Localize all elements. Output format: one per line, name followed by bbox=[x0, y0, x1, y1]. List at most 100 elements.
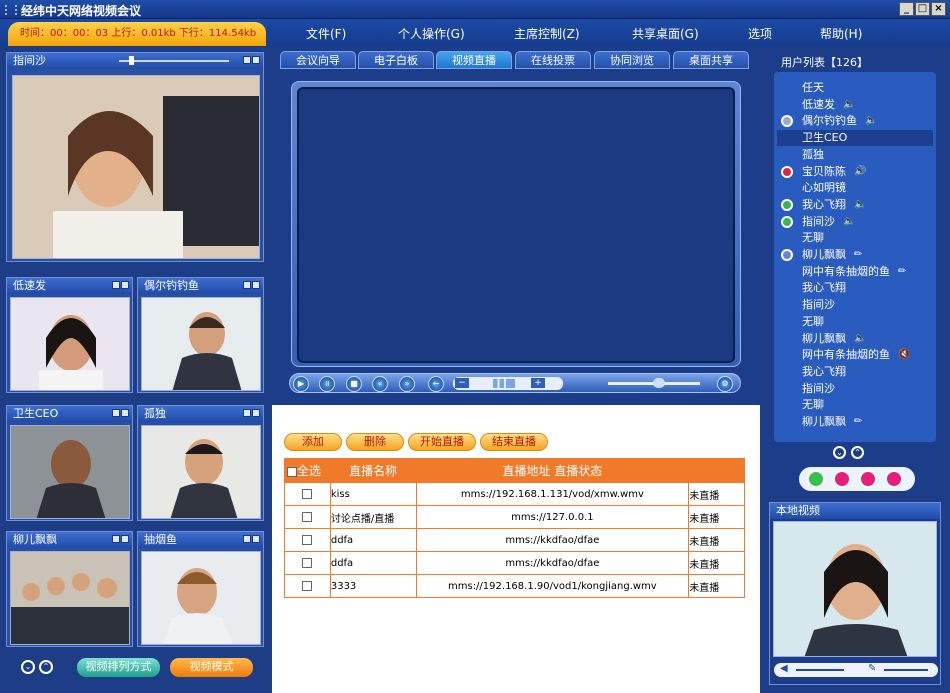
pause-icon[interactable]: ॥ bbox=[319, 376, 335, 392]
stop-icon[interactable]: ■ bbox=[346, 376, 362, 392]
user-list-item[interactable]: 宝贝陈陈 🔊 bbox=[777, 164, 933, 180]
menu-share-desktop[interactable]: 共享桌面(G) bbox=[632, 25, 699, 42]
scroll-up-icon[interactable]: ⌃ bbox=[39, 660, 53, 674]
video-mode-button[interactable]: 视频模式 bbox=[170, 658, 253, 677]
user-list-item[interactable]: 网中有条抽烟的鱼 ✏ bbox=[777, 264, 933, 280]
scroll-down-icon[interactable]: ⌄ bbox=[21, 660, 35, 674]
window-controls-icon[interactable] bbox=[242, 281, 260, 291]
speaker-volume-slider[interactable] bbox=[796, 669, 844, 671]
user-list-item[interactable]: 我心飞翔 🔈 bbox=[777, 197, 933, 213]
window-controls-icon[interactable] bbox=[111, 409, 129, 419]
row-checkbox[interactable] bbox=[302, 557, 313, 568]
table-row[interactable]: ddfa mms://kkdfao/dfae 未直播 bbox=[284, 551, 745, 575]
row-url: mms://192.168.1.131/vod/xmw.wmv bbox=[415, 482, 690, 506]
video-layout-button[interactable]: 视频排列方式 bbox=[77, 658, 160, 677]
video-tile-3: 卫生CEO bbox=[6, 405, 133, 521]
user-list-item[interactable]: 任天 bbox=[777, 80, 933, 96]
zoom-slider[interactable]: − + bbox=[453, 377, 563, 390]
tab-video-live[interactable]: 视频直播 bbox=[436, 51, 512, 69]
window-controls-icon[interactable] bbox=[111, 281, 129, 291]
table-row[interactable]: ddfa mms://kkdfao/dfae 未直播 bbox=[284, 528, 745, 552]
record-icon[interactable] bbox=[859, 470, 877, 488]
user-list-item[interactable]: 我心飞翔 bbox=[777, 364, 933, 380]
add-button[interactable]: 添加 bbox=[284, 433, 342, 451]
user-list-item[interactable]: 柳儿飘飘 ✏ bbox=[777, 247, 933, 263]
row-checkbox[interactable] bbox=[302, 511, 313, 522]
volume-slider[interactable] bbox=[608, 378, 700, 388]
zoom-out-icon[interactable]: − bbox=[455, 378, 469, 388]
play-icon[interactable]: ▶ bbox=[293, 376, 309, 392]
row-checkbox[interactable] bbox=[302, 534, 313, 545]
user-list-item[interactable]: 柳儿飘飘 ✏ bbox=[777, 414, 933, 430]
hand-icon[interactable] bbox=[807, 470, 825, 488]
tile-video-feed bbox=[141, 297, 261, 391]
row-checkbox[interactable] bbox=[302, 580, 313, 591]
forward-icon[interactable]: » bbox=[399, 376, 415, 392]
speaker-icon[interactable]: ◀ bbox=[780, 663, 788, 674]
user-name: 低速发 bbox=[802, 97, 835, 111]
user-list-item[interactable]: 指间沙 bbox=[777, 381, 933, 397]
menu-options[interactable]: 选项 bbox=[748, 25, 772, 42]
user-list-item[interactable]: 偶尔钓钓鱼 🔈 bbox=[777, 113, 933, 129]
table-row[interactable]: 讨论点播/直播 mms://127.0.0.1 未直播 bbox=[284, 505, 745, 529]
user-list-item[interactable]: 卫生CEO bbox=[777, 130, 933, 147]
menu-grip-icon[interactable] bbox=[5, 5, 17, 15]
tab-voting[interactable]: 在线投票 bbox=[515, 51, 591, 69]
local-audio-controls: ◀ ✎ bbox=[774, 663, 938, 677]
select-all-checkbox[interactable] bbox=[287, 466, 297, 477]
user-list-item[interactable]: 无聊 bbox=[777, 230, 933, 246]
close-button[interactable]: × bbox=[931, 2, 946, 16]
user-list-item[interactable]: 指间沙 🔈 bbox=[777, 214, 933, 230]
user-list-item[interactable]: 心如明镜 bbox=[777, 180, 933, 196]
menu-file[interactable]: 文件(F) bbox=[306, 25, 346, 42]
volume-slider[interactable] bbox=[119, 56, 229, 65]
speaker-icon: 🔊 bbox=[854, 165, 867, 177]
user-list-item[interactable]: 网中有条抽烟的鱼 🔇 bbox=[777, 347, 933, 363]
delete-button[interactable]: 删除 bbox=[346, 433, 404, 451]
mic-volume-slider[interactable] bbox=[884, 669, 928, 671]
table-row[interactable]: 3333 mms://192.168.1.90/vod1/kongjiang.w… bbox=[284, 574, 745, 598]
back-icon[interactable]: ← bbox=[428, 376, 444, 392]
mic-icon[interactable]: ✎ bbox=[868, 663, 876, 674]
menu-help[interactable]: 帮助(H) bbox=[820, 25, 862, 42]
user-name: 指间沙 bbox=[802, 381, 835, 395]
user-list-item[interactable]: 柳儿飘飘 🔈 bbox=[777, 331, 933, 347]
stop-live-button[interactable]: 结束直播 bbox=[480, 433, 548, 451]
settings-icon[interactable]: ⚙ bbox=[717, 376, 733, 392]
tab-desktop-share[interactable]: 桌面共享 bbox=[673, 51, 749, 69]
row-checkbox[interactable] bbox=[302, 488, 313, 499]
user-name: 孤独 bbox=[802, 147, 824, 161]
table-row[interactable]: kiss mms://192.168.1.131/vod/xmw.wmv 未直播 bbox=[284, 482, 745, 506]
user-list-item[interactable]: 指间沙 bbox=[777, 297, 933, 313]
tab-meeting-wizard[interactable]: 会议向导 bbox=[280, 51, 356, 69]
user-list-item[interactable]: 低速发 🔈 bbox=[777, 97, 933, 113]
rewind-icon[interactable]: « bbox=[372, 376, 388, 392]
menu-chair-control[interactable]: 主席控制(Z) bbox=[514, 25, 580, 42]
window-controls-icon[interactable] bbox=[242, 535, 260, 545]
user-name: 任天 bbox=[802, 81, 824, 94]
video-player-screen[interactable] bbox=[297, 87, 735, 363]
row-status: 未直播 bbox=[688, 551, 745, 575]
start-live-button[interactable]: 开始直播 bbox=[408, 433, 476, 451]
minimize-button[interactable]: _ bbox=[899, 2, 914, 16]
select-all-cell[interactable]: 全选 bbox=[284, 458, 331, 483]
pen-icon[interactable] bbox=[833, 470, 851, 488]
window-controls-icon[interactable] bbox=[242, 409, 260, 419]
menu-personal[interactable]: 个人操作(G) bbox=[398, 25, 465, 42]
user-name: 我心飞翔 bbox=[802, 197, 846, 211]
user-list-item[interactable]: 无聊 bbox=[777, 397, 933, 413]
window-controls-icon[interactable] bbox=[242, 56, 260, 66]
tab-whiteboard[interactable]: 电子白板 bbox=[358, 51, 434, 69]
window-controls-icon[interactable] bbox=[111, 535, 129, 545]
tab-cobrowse[interactable]: 协同浏览 bbox=[594, 51, 670, 69]
maximize-button[interactable]: □ bbox=[915, 2, 930, 16]
user-list[interactable]: 任天 低速发 🔈 偶尔钓钓鱼 🔈 卫生CEO 孤独 宝贝陈陈 🔊 心如明镜 我心飞翔 🔈 指间沙 🔈 无聊柳… bbox=[774, 72, 936, 442]
user-list-item[interactable]: 孤独 bbox=[777, 147, 933, 163]
zoom-in-icon[interactable]: + bbox=[531, 378, 545, 388]
list-down-icon[interactable]: ⌄ bbox=[833, 446, 846, 459]
list-up-icon[interactable]: ⌃ bbox=[851, 446, 864, 459]
user-name: 偶尔钓钓鱼 bbox=[802, 114, 857, 128]
user-list-item[interactable]: 无聊 bbox=[777, 314, 933, 330]
power-icon[interactable] bbox=[885, 470, 903, 488]
user-list-item[interactable]: 我心飞翔 bbox=[777, 280, 933, 296]
